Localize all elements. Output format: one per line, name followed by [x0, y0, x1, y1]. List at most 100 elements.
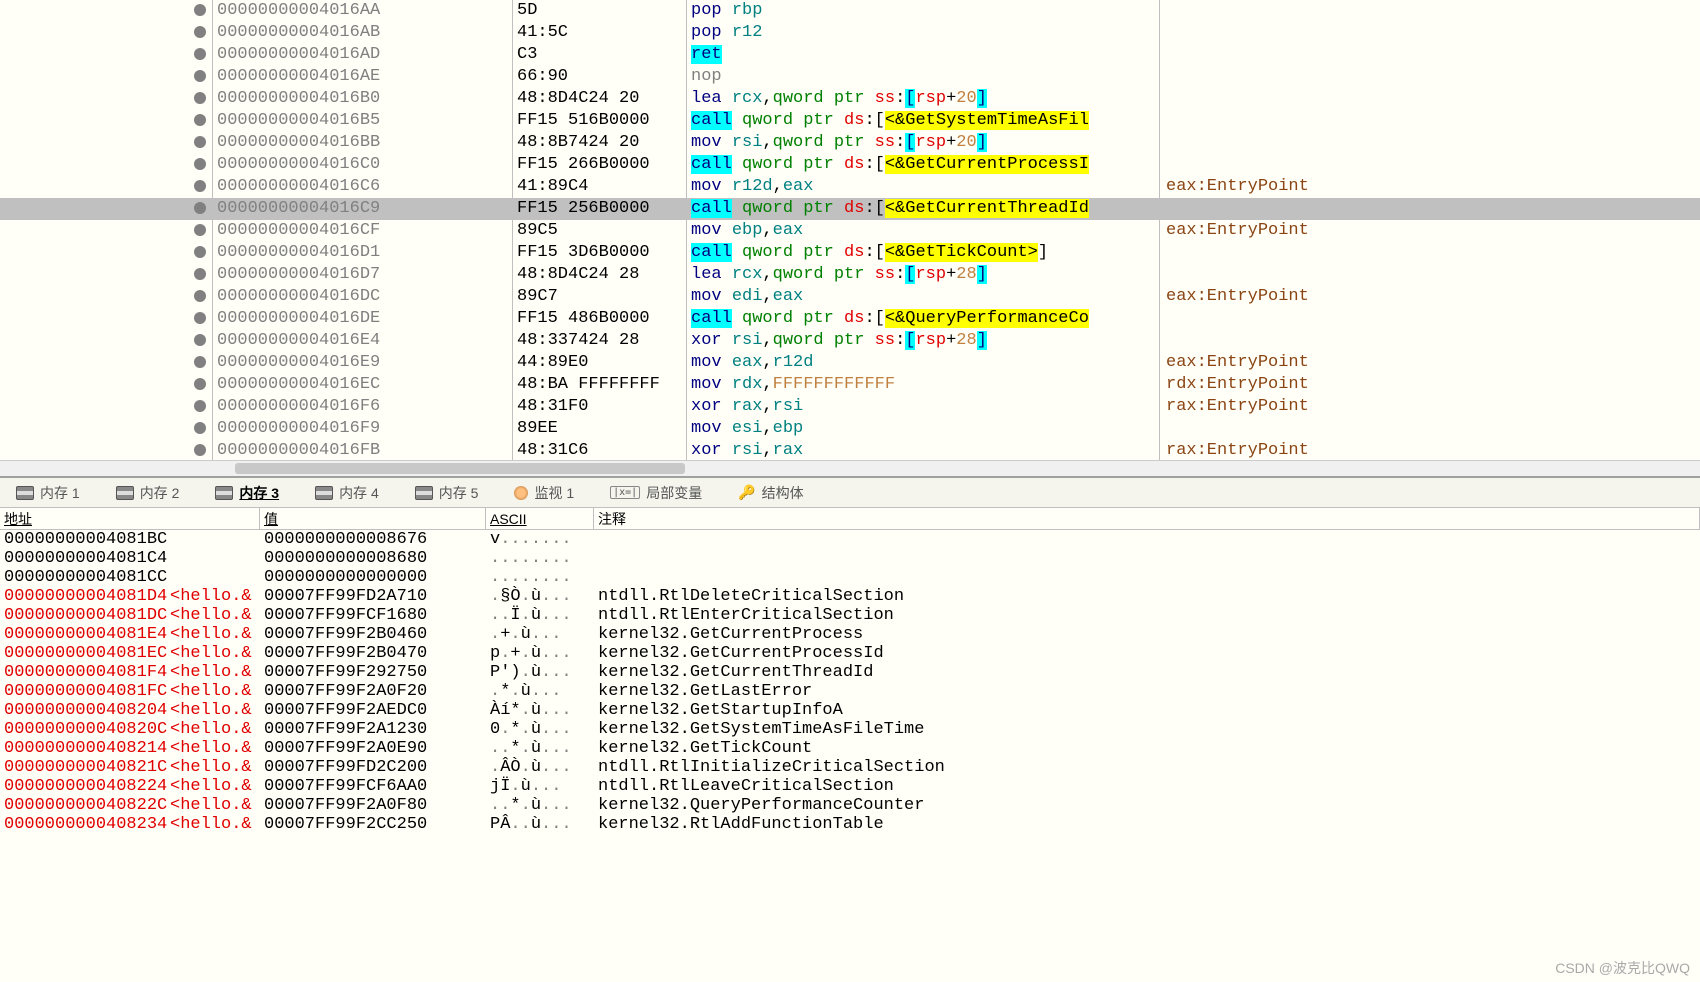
dump-value: 00007FF99FCF6AA0	[260, 777, 486, 796]
breakpoint-marker[interactable]	[0, 198, 212, 220]
breakpoint-marker[interactable]	[0, 132, 212, 154]
bytes-cell: 44:89E0	[513, 352, 687, 374]
comment-cell: rax:EntryPoint	[1160, 396, 1700, 418]
dump-label	[170, 568, 260, 587]
scrollbar-thumb[interactable]	[235, 463, 685, 474]
dump-label: <hello.&	[170, 663, 260, 682]
disasm-row[interactable]: 00000000004016C0FF15 266B0000call qword …	[0, 154, 1700, 176]
breakpoint-marker[interactable]	[0, 220, 212, 242]
breakpoint-marker[interactable]	[0, 44, 212, 66]
disasm-row[interactable]: 00000000004016ADC3ret	[0, 44, 1700, 66]
disasm-row[interactable]: 00000000004016DC89C7mov edi,eaxeax:Entry…	[0, 286, 1700, 308]
disasm-row[interactable]: 00000000004016FB48:31C6xor rsi,raxrax:En…	[0, 440, 1700, 462]
dump-row[interactable]: 00000000004081BC0000000000008676v.......	[0, 530, 1700, 549]
memory-icon	[315, 486, 333, 500]
disasm-row[interactable]: 00000000004016D1FF15 3D6B0000call qword …	[0, 242, 1700, 264]
disasm-row[interactable]: 00000000004016C641:89C4mov r12d,eaxeax:E…	[0, 176, 1700, 198]
comment-cell	[1160, 88, 1700, 110]
disasm-row[interactable]: 00000000004016D748:8D4C24 28lea rcx,qwor…	[0, 264, 1700, 286]
dump-row[interactable]: 00000000004081FC<hello.&00007FF99F2A0F20…	[0, 682, 1700, 701]
header-address[interactable]: 地址	[0, 508, 260, 529]
tab-结构体[interactable]: 🔑结构体	[730, 481, 811, 505]
dump-ascii: ........	[486, 549, 594, 568]
breakpoint-marker[interactable]	[0, 176, 212, 198]
tab-内存5[interactable]: 内存 5	[407, 481, 487, 505]
dump-row[interactable]: 00000000004081DC<hello.&00007FF99FCF1680…	[0, 606, 1700, 625]
breakpoint-marker[interactable]	[0, 286, 212, 308]
disasm-row[interactable]: 00000000004016E944:89E0mov eax,r12deax:E…	[0, 352, 1700, 374]
address-cell: 00000000004016DC	[212, 286, 513, 308]
dump-address: 00000000004081BC	[0, 530, 170, 549]
disassembly-panel[interactable]: 00000000004016AA5Dpop rbp00000000004016A…	[0, 0, 1700, 478]
disasm-row[interactable]: 00000000004016F648:31F0xor rax,rsirax:En…	[0, 396, 1700, 418]
instruction-cell: pop r12	[687, 22, 1160, 44]
memory-dump-panel[interactable]: 地址 值 ASCII 注释 00000000004081BC0000000000…	[0, 508, 1700, 982]
breakpoint-marker[interactable]	[0, 264, 212, 286]
breakpoint-marker[interactable]	[0, 308, 212, 330]
breakpoint-marker[interactable]	[0, 440, 212, 462]
tab-监视1[interactable]: 监视 1	[506, 481, 582, 505]
bytes-cell: 66:90	[513, 66, 687, 88]
dump-row[interactable]: 000000000040822C<hello.&00007FF99F2A0F80…	[0, 796, 1700, 815]
dump-row[interactable]: 0000000000408204<hello.&00007FF99F2AEDC0…	[0, 701, 1700, 720]
dump-row[interactable]: 00000000004081CC0000000000000000........	[0, 568, 1700, 587]
dump-row[interactable]: 00000000004081C40000000000008680........	[0, 549, 1700, 568]
address-cell: 00000000004016B5	[212, 110, 513, 132]
watermark-text: CSDN @波克比QWQ	[1555, 958, 1690, 978]
breakpoint-marker[interactable]	[0, 396, 212, 418]
dump-address: 00000000004081FC	[0, 682, 170, 701]
comment-cell: eax:EntryPoint	[1160, 286, 1700, 308]
instruction-cell: xor rsi,rax	[687, 440, 1160, 462]
horizontal-scrollbar[interactable]	[0, 460, 1700, 476]
dump-row[interactable]: 00000000004081F4<hello.&00007FF99F292750…	[0, 663, 1700, 682]
tab-内存2[interactable]: 内存 2	[108, 481, 188, 505]
breakpoint-marker[interactable]	[0, 418, 212, 440]
dump-row[interactable]: 0000000000408224<hello.&00007FF99FCF6AA0…	[0, 777, 1700, 796]
breakpoint-marker[interactable]	[0, 242, 212, 264]
disasm-row[interactable]: 00000000004016CF89C5mov ebp,eaxeax:Entry…	[0, 220, 1700, 242]
disasm-row[interactable]: 00000000004016AB41:5Cpop r12	[0, 22, 1700, 44]
dump-row[interactable]: 000000000040820C<hello.&00007FF99F2A1230…	[0, 720, 1700, 739]
disasm-row[interactable]: 00000000004016F989EEmov esi,ebp	[0, 418, 1700, 440]
breakpoint-marker[interactable]	[0, 374, 212, 396]
dump-comment: ntdll.RtlLeaveCriticalSection	[594, 777, 1700, 796]
disasm-row[interactable]: 00000000004016DEFF15 486B0000call qword …	[0, 308, 1700, 330]
disasm-row[interactable]: 00000000004016B048:8D4C24 20lea rcx,qwor…	[0, 88, 1700, 110]
memory-icon	[415, 486, 433, 500]
comment-cell: eax:EntryPoint	[1160, 352, 1700, 374]
header-ascii[interactable]: ASCII	[486, 508, 594, 529]
disasm-row[interactable]: 00000000004016BB48:8B7424 20mov rsi,qwor…	[0, 132, 1700, 154]
disasm-row[interactable]: 00000000004016AA5Dpop rbp	[0, 0, 1700, 22]
dump-row[interactable]: 0000000000408234<hello.&00007FF99F2CC250…	[0, 815, 1700, 834]
breakpoint-marker[interactable]	[0, 330, 212, 352]
dump-row[interactable]: 0000000000408214<hello.&00007FF99F2A0E90…	[0, 739, 1700, 758]
breakpoint-marker[interactable]	[0, 66, 212, 88]
dump-row[interactable]: 00000000004081D4<hello.&00007FF99FD2A710…	[0, 587, 1700, 606]
header-comment[interactable]: 注释	[594, 508, 1700, 529]
breakpoint-marker[interactable]	[0, 0, 212, 22]
address-cell: 00000000004016D1	[212, 242, 513, 264]
dump-row[interactable]: 000000000040821C<hello.&00007FF99FD2C200…	[0, 758, 1700, 777]
breakpoint-marker[interactable]	[0, 88, 212, 110]
bytes-cell: 48:31F0	[513, 396, 687, 418]
breakpoint-marker[interactable]	[0, 154, 212, 176]
dump-ascii: .ÂÒ.ù...	[486, 758, 594, 777]
tab-局部变量[interactable]: |x=|局部变量	[602, 481, 710, 505]
tab-内存4[interactable]: 内存 4	[307, 481, 387, 505]
breakpoint-marker[interactable]	[0, 22, 212, 44]
struct-icon: 🔑	[738, 484, 755, 501]
bytes-cell: 89C5	[513, 220, 687, 242]
disasm-row[interactable]: 00000000004016AE66:90nop	[0, 66, 1700, 88]
dump-row[interactable]: 00000000004081E4<hello.&00007FF99F2B0460…	[0, 625, 1700, 644]
tab-内存1[interactable]: 内存 1	[8, 481, 88, 505]
dump-ascii: p.+.ù...	[486, 644, 594, 663]
disasm-row[interactable]: 00000000004016C9FF15 256B0000call qword …	[0, 198, 1700, 220]
disasm-row[interactable]: 00000000004016B5FF15 516B0000call qword …	[0, 110, 1700, 132]
disasm-row[interactable]: 00000000004016EC48:BA FFFFFFFFmov rdx,FF…	[0, 374, 1700, 396]
header-value[interactable]: 值	[260, 508, 486, 529]
tab-内存3[interactable]: 内存 3	[207, 481, 287, 505]
disasm-row[interactable]: 00000000004016E448:337424 28xor rsi,qwor…	[0, 330, 1700, 352]
breakpoint-marker[interactable]	[0, 352, 212, 374]
breakpoint-marker[interactable]	[0, 110, 212, 132]
dump-row[interactable]: 00000000004081EC<hello.&00007FF99F2B0470…	[0, 644, 1700, 663]
